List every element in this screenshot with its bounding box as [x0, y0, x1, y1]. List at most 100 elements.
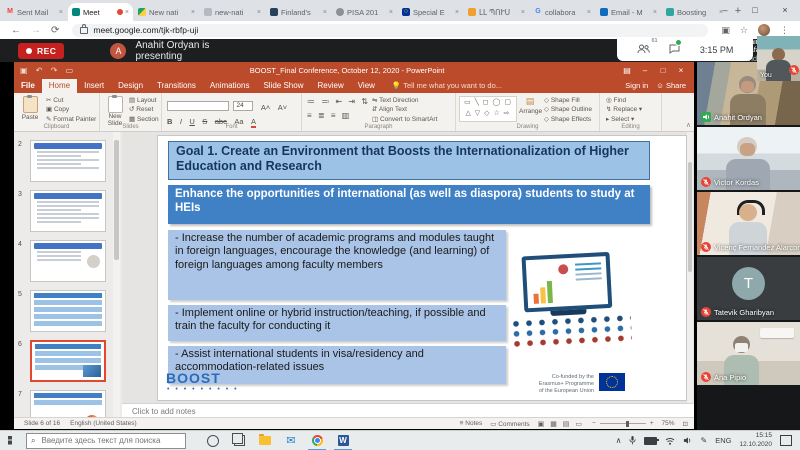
profile-avatar[interactable]: [758, 24, 770, 36]
arrange-button[interactable]: ▤ Arrange: [519, 96, 541, 115]
tab-review[interactable]: Review: [310, 79, 350, 93]
tab-insert[interactable]: Insert: [77, 79, 111, 93]
align-buttons[interactable]: ≡ ≣ ≡ ▥: [307, 111, 351, 120]
mail-button[interactable]: ✉: [278, 431, 304, 450]
align-text-button[interactable]: ⇵ Align Text: [372, 105, 437, 114]
tab-close-icon[interactable]: ×: [323, 9, 327, 16]
list-buttons[interactable]: ≔ ≕ ⇤ ⇥ ⇅: [307, 97, 370, 106]
ribbon-display-icon[interactable]: ▤: [618, 66, 636, 75]
copy-button[interactable]: ▣ Copy: [46, 105, 96, 114]
tray-expand-icon[interactable]: ∧: [616, 436, 622, 445]
tell-me-box[interactable]: 💡 Tell me what you want to do...: [382, 79, 502, 93]
tab-close-icon[interactable]: ×: [389, 9, 393, 16]
find-button[interactable]: ◎ Find: [606, 96, 642, 105]
collapse-ribbon-icon[interactable]: ∧: [686, 121, 691, 129]
back-icon[interactable]: ←: [11, 25, 21, 36]
tab-view[interactable]: View: [351, 79, 382, 93]
clock[interactable]: 15:15 12.10.2020: [739, 432, 772, 448]
tab-close-icon[interactable]: ×: [257, 9, 261, 16]
tab-new-nati-2[interactable]: new-nati ×: [200, 3, 265, 21]
taskbar-search[interactable]: ⌕: [26, 433, 186, 449]
tab-special-e[interactable]: ○ Special E ×: [398, 3, 463, 21]
people-button[interactable]: 61: [637, 41, 650, 59]
shape-effects-button[interactable]: ◇ Shape Effects: [544, 115, 592, 124]
action-center-icon[interactable]: [780, 435, 792, 446]
cast-icon[interactable]: ▣: [721, 25, 730, 36]
canvas-scrollbar[interactable]: [687, 132, 693, 403]
chat-button[interactable]: [669, 41, 680, 59]
fit-slide-icon[interactable]: ⊡: [683, 420, 688, 428]
language-indicator[interactable]: ENG: [715, 436, 731, 445]
slide-thumbnail-4[interactable]: [30, 240, 106, 282]
section-button[interactable]: ▦ Section: [129, 115, 159, 124]
ppt-close-button[interactable]: ×: [672, 66, 690, 75]
tab-close-icon[interactable]: ×: [125, 9, 129, 16]
chrome-button[interactable]: [304, 431, 330, 450]
slide-thumbnail-2[interactable]: [30, 140, 106, 182]
slide-thumbnail-7[interactable]: [30, 390, 106, 417]
tray-mic-icon[interactable]: [629, 436, 636, 445]
wifi-icon[interactable]: [665, 437, 675, 445]
tab-animations[interactable]: Animations: [203, 79, 257, 93]
cut-button[interactable]: ✂ Cut: [46, 96, 96, 105]
tab-home[interactable]: Home: [42, 79, 77, 93]
task-view-button[interactable]: [226, 431, 252, 450]
notes-toggle[interactable]: ≡ Notes: [460, 420, 483, 427]
tab-close-icon[interactable]: ×: [653, 9, 657, 16]
tab-slide-show[interactable]: Slide Show: [256, 79, 310, 93]
tab-armenian[interactable]: ԼԼ ՊՈՒՍ ×: [464, 3, 529, 21]
slide-thumbnail-3[interactable]: [30, 190, 106, 232]
slide-thumbnail-6-current[interactable]: [30, 340, 106, 382]
window-minimize-button[interactable]: –: [710, 0, 740, 20]
url-text[interactable]: meet.google.com/tjk-rbfp-uji: [93, 25, 198, 35]
bookmark-star-icon[interactable]: ☆: [740, 25, 748, 36]
self-video-thumbnail[interactable]: You: [757, 36, 800, 81]
tab-new-nati[interactable]: New nati ×: [134, 3, 199, 21]
tab-transitions[interactable]: Transitions: [150, 79, 203, 93]
file-explorer-button[interactable]: [252, 431, 278, 450]
search-input[interactable]: [39, 435, 173, 446]
notes-placeholder[interactable]: Click to add notes: [132, 407, 196, 416]
tab-close-icon[interactable]: ×: [59, 9, 63, 16]
font-name-box[interactable]: [167, 101, 229, 111]
language-status[interactable]: English (United States): [70, 420, 136, 427]
cortana-button[interactable]: [200, 431, 226, 450]
shape-outline-button[interactable]: ◇ Shape Outline: [544, 105, 592, 114]
slide-clipart-presentation[interactable]: [508, 251, 633, 355]
current-slide[interactable]: Goal 1. Create an Environment that Boost…: [158, 136, 686, 400]
sign-in-button[interactable]: Sign in: [625, 79, 656, 93]
zoom-percent[interactable]: 75%: [662, 420, 675, 427]
battery-icon[interactable]: [644, 437, 657, 445]
tab-design[interactable]: Design: [111, 79, 150, 93]
shapes-gallery[interactable]: ▭ ╲ ◻ ◯ ▢△ ▽ ◇ ☆ ⇨: [459, 96, 517, 122]
video-tile-ana[interactable]: Ana Pipio: [697, 322, 800, 385]
panel-scrollbar[interactable]: [113, 132, 120, 417]
paste-icon[interactable]: [23, 96, 38, 113]
reload-icon[interactable]: ⟳: [51, 25, 59, 36]
tab-collabora[interactable]: G collabora ×: [530, 3, 595, 21]
tab-email[interactable]: Email - M ×: [596, 3, 661, 21]
select-button[interactable]: ▸ Select ▾: [606, 115, 642, 124]
slide-bullet-1[interactable]: - Increase the number of academic progra…: [168, 230, 506, 300]
slide-title[interactable]: Goal 1. Create an Environment that Boost…: [168, 141, 650, 180]
grow-font-icon[interactable]: A˄: [261, 103, 270, 112]
shrink-font-icon[interactable]: A˅: [278, 103, 287, 112]
tab-meet[interactable]: Meet ×: [68, 3, 133, 21]
ppt-minimize-button[interactable]: –: [636, 66, 654, 75]
pen-icon[interactable]: ✎: [700, 436, 707, 445]
url-field[interactable]: meet.google.com/tjk-rbfp-uji: [72, 24, 708, 37]
tab-close-icon[interactable]: ×: [587, 9, 591, 16]
zoom-out-icon[interactable]: −: [592, 420, 596, 427]
video-tile-vicenc[interactable]: Vicenç Fernandez Alarcon: [697, 192, 800, 255]
share-button[interactable]: ☺ Share: [656, 79, 694, 93]
reset-button[interactable]: ↺ Reset: [129, 105, 159, 114]
video-tile-tatevik[interactable]: T Tatevik Gharibyan: [697, 257, 800, 320]
tab-finlands[interactable]: Finland's ×: [266, 3, 331, 21]
tab-close-icon[interactable]: ×: [455, 9, 459, 16]
quick-access-toolbar[interactable]: ▣ ↶ ↷ ▭: [20, 66, 76, 75]
layout-button[interactable]: ▤ Layout: [129, 96, 159, 105]
slide-subtitle[interactable]: Enhance the opportunities of internation…: [168, 185, 650, 224]
slide-thumbnail-5[interactable]: [30, 290, 106, 332]
new-slide-icon[interactable]: [108, 96, 123, 113]
convert-smartart-button[interactable]: ◫ Convert to SmartArt: [372, 115, 437, 124]
